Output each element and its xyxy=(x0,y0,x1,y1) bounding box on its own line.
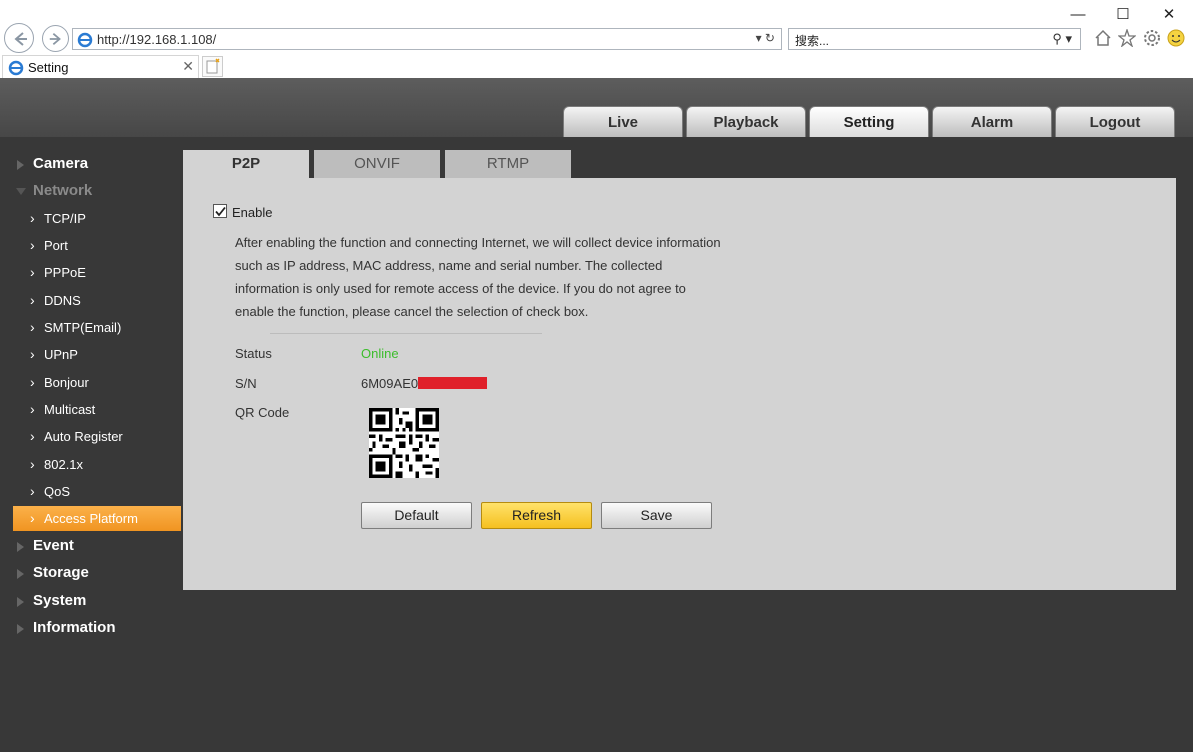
sidebar-item-qos[interactable]: › QoS xyxy=(13,479,181,504)
browser-tab[interactable]: Setting ✕ xyxy=(2,55,199,78)
sidebar-item-storage[interactable]: Storage xyxy=(13,560,181,585)
description-line: information is only used for remote acce… xyxy=(235,281,686,296)
checkmark-icon xyxy=(215,206,226,217)
sn-label: S/N xyxy=(235,376,257,391)
sidebar-item-network[interactable]: Network xyxy=(13,178,181,203)
subtab-p2p[interactable]: P2P xyxy=(183,150,309,178)
sidebar-item-camera[interactable]: Camera xyxy=(13,151,181,176)
favorites-star-icon[interactable] xyxy=(1118,29,1136,47)
tab-title: Setting xyxy=(28,60,69,75)
top-header: Live Playback Setting Alarm Logout xyxy=(0,78,1193,137)
minimize-icon[interactable]: — xyxy=(1063,4,1093,26)
default-button[interactable]: Default xyxy=(361,502,472,529)
tab-setting[interactable]: Setting xyxy=(809,106,929,137)
search-placeholder[interactable]: 搜索... xyxy=(795,32,829,49)
sidebar-item-port[interactable]: › Port xyxy=(13,233,181,258)
sidebar-item-smtp[interactable]: › SMTP(Email) xyxy=(13,315,181,340)
redaction-mark xyxy=(418,377,487,389)
new-tab-icon xyxy=(206,58,220,74)
save-button[interactable]: Save xyxy=(601,502,712,529)
sidebar-item-tcpip[interactable]: › TCP/IP xyxy=(13,206,181,231)
subtab-rtmp[interactable]: RTMP xyxy=(445,150,571,178)
forward-arrow-icon xyxy=(49,32,61,46)
tab-live[interactable]: Live xyxy=(563,106,683,137)
chevron-right-icon: › xyxy=(30,510,35,526)
maximize-icon[interactable]: ☐ xyxy=(1108,4,1138,26)
refresh-button[interactable]: Refresh xyxy=(481,502,592,529)
chevron-right-icon: › xyxy=(30,428,35,444)
gear-icon[interactable] xyxy=(1143,29,1161,47)
sidebar-item-multicast[interactable]: › Multicast xyxy=(13,397,181,422)
chevron-right-icon: › xyxy=(30,483,35,499)
chevron-right-icon: › xyxy=(30,456,35,472)
sidebar-item-ddns[interactable]: › DDNS xyxy=(13,288,181,313)
ie-logo-icon xyxy=(8,60,24,76)
forward-button[interactable] xyxy=(42,25,69,52)
qr-code-label: QR Code xyxy=(235,405,290,420)
sidebar-item-auto-register[interactable]: › Auto Register xyxy=(13,424,181,449)
sidebar-item-event[interactable]: Event xyxy=(13,533,181,558)
sidebar-item-pppoe[interactable]: › PPPoE xyxy=(13,260,181,285)
qr-code-image xyxy=(369,408,439,478)
close-window-icon[interactable]: ✕ xyxy=(1154,4,1184,26)
refresh-page-icon[interactable]: ▾ ↻ xyxy=(756,31,775,45)
p2p-description: After enabling the function and connecti… xyxy=(235,231,725,323)
divider xyxy=(270,333,542,334)
address-url[interactable]: http://192.168.1.108/ xyxy=(97,32,216,47)
status-label: Status xyxy=(235,346,272,361)
home-icon[interactable] xyxy=(1094,29,1112,47)
description-line: such as IP address, MAC address, name an… xyxy=(235,258,663,273)
tab-alarm[interactable]: Alarm xyxy=(932,106,1052,137)
expand-triangle-icon xyxy=(17,542,24,552)
chevron-right-icon: › xyxy=(30,401,35,417)
search-icon[interactable]: ⚲ ▾ xyxy=(1052,31,1072,47)
address-bar[interactable]: http://192.168.1.108/ ▾ ↻ xyxy=(72,28,782,50)
smiley-feedback-icon[interactable] xyxy=(1167,29,1185,47)
sidebar-item-upnp[interactable]: › UPnP xyxy=(13,342,181,367)
tab-playback[interactable]: Playback xyxy=(686,106,806,137)
sidebar-item-information[interactable]: Information xyxy=(13,615,181,640)
enable-checkbox[interactable] xyxy=(213,204,227,218)
sidebar-item-access-platform[interactable]: › Access Platform xyxy=(13,506,181,531)
chevron-right-icon: › xyxy=(30,237,35,253)
sn-value: 6M09AE0 xyxy=(361,376,419,391)
expand-triangle-icon xyxy=(17,569,24,579)
status-value: Online xyxy=(361,346,399,361)
sidebar-item-bonjour[interactable]: › Bonjour xyxy=(13,370,181,395)
sidebar-item-system[interactable]: System xyxy=(13,588,181,613)
description-line: After enabling the function and connecti… xyxy=(235,235,721,250)
back-button[interactable] xyxy=(4,23,34,53)
new-tab-button[interactable] xyxy=(202,56,223,77)
collapse-triangle-icon xyxy=(16,188,26,195)
close-tab-icon[interactable]: ✕ xyxy=(182,58,194,75)
chevron-right-icon: › xyxy=(30,319,35,335)
back-arrow-icon xyxy=(14,32,27,46)
expand-triangle-icon xyxy=(17,624,24,634)
expand-triangle-icon xyxy=(17,160,24,170)
subtab-onvif[interactable]: ONVIF xyxy=(314,150,440,178)
chevron-right-icon: › xyxy=(30,346,35,362)
description-line: enable the function, please cancel the s… xyxy=(235,304,589,319)
browser-chrome: — ☐ ✕ http://192.168.1.108/ ▾ ↻ 搜索... ⚲ … xyxy=(0,0,1193,78)
expand-triangle-icon xyxy=(17,597,24,607)
chevron-right-icon: › xyxy=(30,292,35,308)
tab-logout[interactable]: Logout xyxy=(1055,106,1175,137)
enable-label[interactable]: Enable xyxy=(232,205,272,220)
ie-logo-icon xyxy=(77,32,93,48)
chevron-right-icon: › xyxy=(30,264,35,280)
sidebar-item-8021x[interactable]: › 802.1x xyxy=(13,452,181,477)
chevron-right-icon: › xyxy=(30,374,35,390)
chevron-right-icon: › xyxy=(30,210,35,226)
search-box[interactable]: 搜索... ⚲ ▾ xyxy=(788,28,1081,50)
